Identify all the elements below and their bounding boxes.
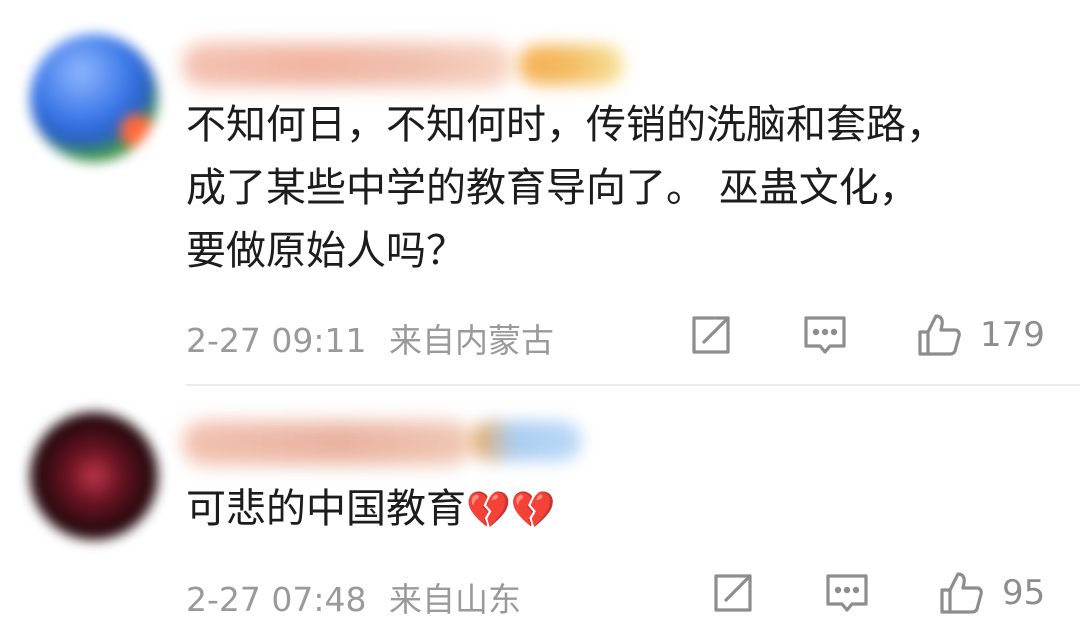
- comment-text: 可悲的中国教育💔💔: [186, 478, 556, 542]
- comment-date: 2-27 07:48: [186, 580, 367, 619]
- comment-divider: [186, 384, 1080, 386]
- share-icon[interactable]: [710, 570, 756, 616]
- comment-text-line: 成了某些中学的教育导向了。 巫蛊文化，: [186, 165, 919, 211]
- comment-text-line: 不知何日，不知何时，传销的洗脑和套路，: [186, 102, 946, 148]
- comment-date: 2-27 09:11: [186, 321, 367, 360]
- avatar[interactable]: [30, 412, 158, 540]
- share-icon[interactable]: [688, 312, 734, 358]
- comment-text-line: 要做原始人吗？: [186, 228, 466, 274]
- comment-meta: 2-27 09:11 来自内蒙古: [186, 314, 554, 362]
- vip-badge-icon: [518, 45, 624, 85]
- comment-icon[interactable]: [802, 312, 848, 358]
- comment-text-line: 可悲的中国教育: [186, 486, 466, 532]
- broken-heart-icon: 💔💔: [466, 490, 556, 531]
- username-blurred[interactable]: [182, 43, 512, 87]
- comment-meta: 2-27 07:48 来自山东: [186, 573, 521, 621]
- comment-location: 来自山东: [389, 580, 521, 619]
- comment-icon[interactable]: [824, 570, 870, 616]
- vip-badge-icon: [470, 421, 582, 461]
- like-count: 95: [1002, 573, 1046, 613]
- avatar[interactable]: [30, 34, 158, 162]
- comment-actions: 179: [688, 312, 1045, 358]
- like-icon[interactable]: [938, 570, 984, 616]
- comment-actions: 95: [710, 570, 1045, 616]
- avatar-badge-icon: [120, 114, 154, 148]
- like-count: 179: [980, 315, 1045, 355]
- comment-location: 来自内蒙古: [389, 321, 554, 360]
- like-icon[interactable]: [916, 312, 962, 358]
- comment-text: 不知何日，不知何时，传销的洗脑和套路， 成了某些中学的教育导向了。 巫蛊文化， …: [186, 94, 946, 283]
- username-blurred[interactable]: [182, 421, 472, 465]
